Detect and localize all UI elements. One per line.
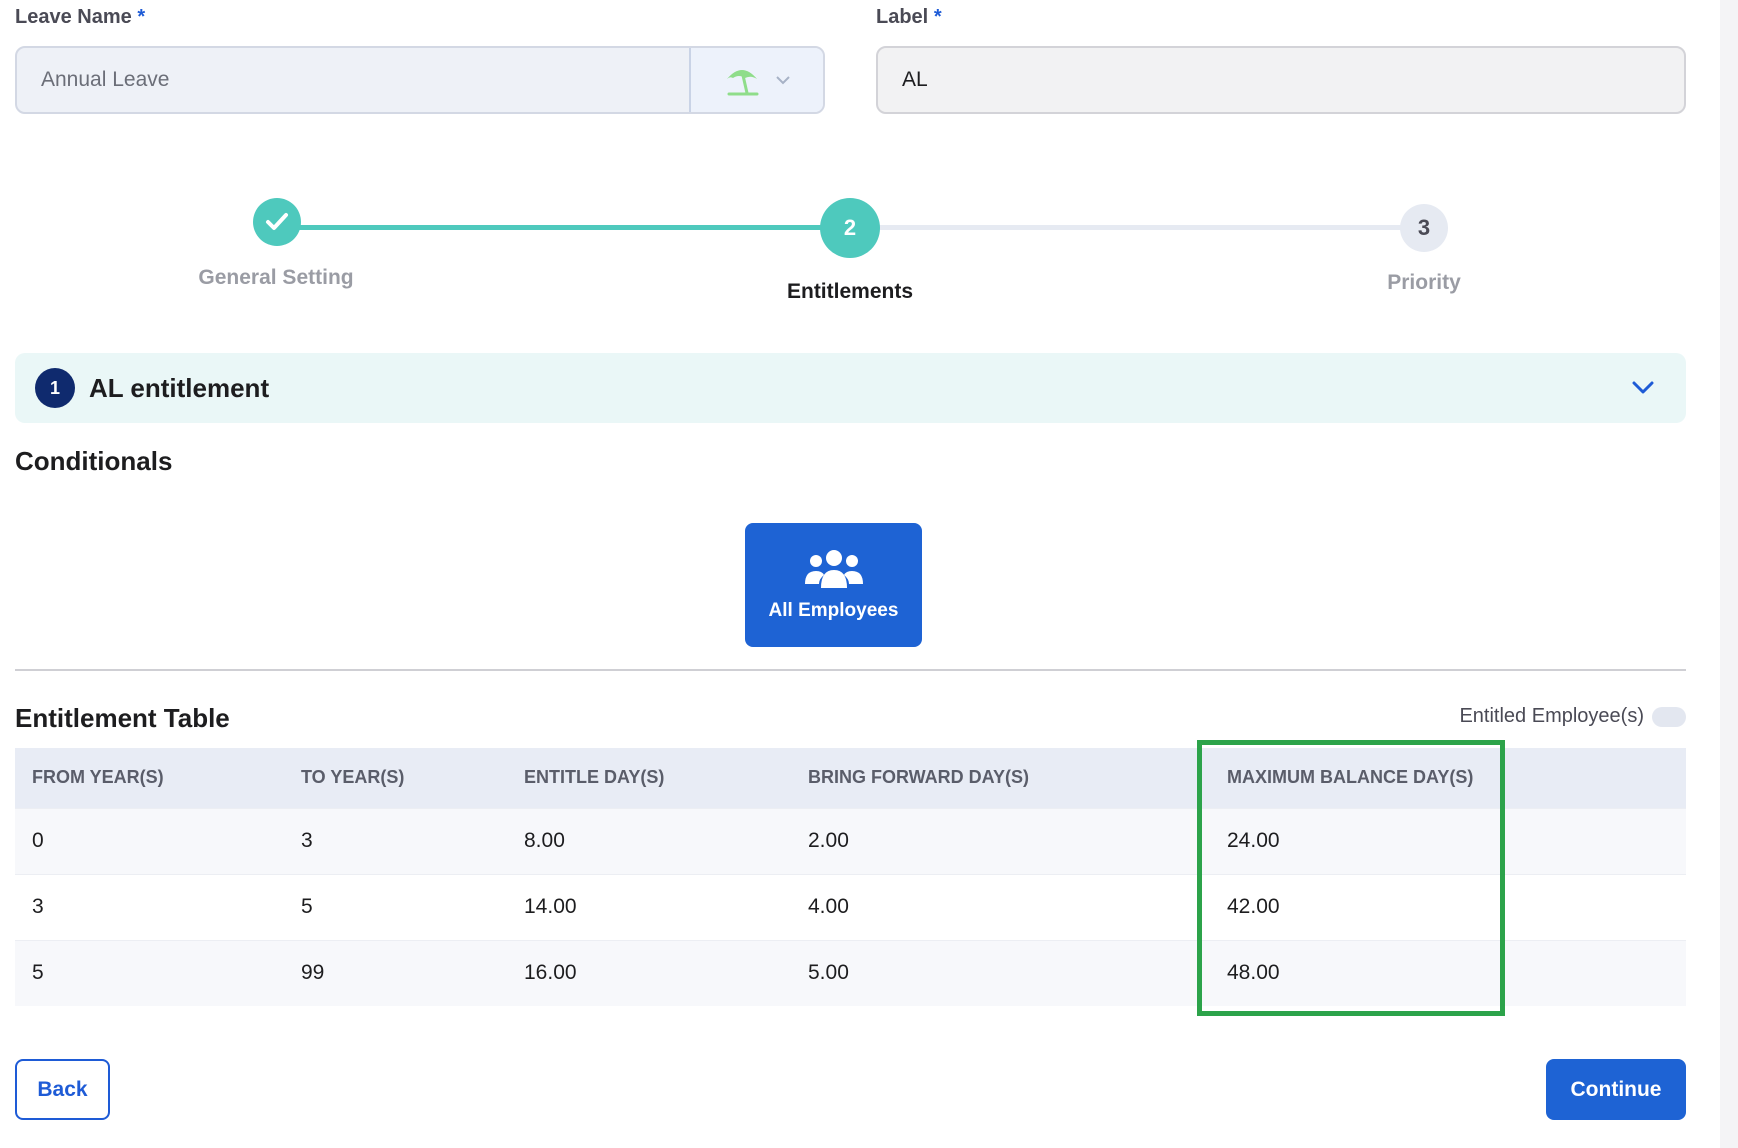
- check-icon: [266, 213, 288, 230]
- continue-button[interactable]: Continue: [1546, 1059, 1686, 1120]
- leave-icon-dropdown[interactable]: [689, 48, 823, 112]
- table-cell: 3: [15, 873, 284, 940]
- table-cell: 16.00: [507, 939, 791, 1006]
- users-icon: [804, 550, 863, 588]
- back-button[interactable]: Back: [15, 1059, 110, 1120]
- table-cell: 48.00: [1210, 939, 1686, 1006]
- table-row: 5 99 16.00 5.00 48.00: [15, 939, 1686, 1006]
- step-line-completed: [277, 225, 830, 230]
- entitlement-table-title: Entitlement Table: [15, 703, 230, 733]
- table-cell: 8.00: [507, 807, 791, 874]
- step-2-number: 2: [843, 215, 857, 240]
- header-from-years: FROM YEAR(S): [32, 767, 164, 788]
- table-cell: 14.00: [507, 873, 791, 940]
- header-entitle-days: ENTITLE DAY(S): [524, 767, 665, 788]
- entitlement-number-badge: 1: [35, 368, 75, 408]
- entitled-employees-toggle[interactable]: [1652, 706, 1686, 727]
- label-field-label: Label *: [876, 6, 942, 29]
- leave-name-label-text: Leave Name: [15, 6, 132, 28]
- chevron-down-icon[interactable]: [1630, 375, 1656, 399]
- table-cell: 5: [284, 873, 507, 940]
- all-employees-label: All Employees: [768, 600, 899, 621]
- table-row: 3 5 14.00 4.00 42.00: [15, 873, 1686, 940]
- table-cell: 0: [15, 807, 284, 874]
- beach-umbrella-icon: [727, 70, 759, 96]
- entitled-employees-label: Entitled Employee(s): [1459, 705, 1644, 727]
- page-scrollbar[interactable]: [1720, 0, 1738, 1148]
- entitlement-title: AL entitlement: [89, 372, 270, 403]
- step-3-label[interactable]: Priority: [1294, 271, 1554, 295]
- label-input[interactable]: AL: [876, 46, 1686, 114]
- table-row: 0 3 8.00 2.00 24.00: [15, 807, 1686, 874]
- table-cell: 5: [15, 939, 284, 1006]
- leave-name-label: Leave Name *: [15, 6, 145, 29]
- entitled-employees-toggle-wrap: Entitled Employee(s): [1459, 705, 1686, 728]
- header-maximum-balance-days: MAXIMUM BALANCE DAY(S): [1227, 767, 1474, 788]
- table-cell: 3: [284, 807, 507, 874]
- step-3-number: 3: [1417, 215, 1431, 240]
- header-to-years: TO YEAR(S): [301, 767, 405, 788]
- table-cell: 24.00: [1210, 807, 1686, 874]
- step-2-label[interactable]: Entitlements: [720, 280, 980, 304]
- step-line-pending: [850, 225, 1424, 230]
- required-mark: *: [137, 6, 146, 28]
- table-header-row: FROM YEAR(S) TO YEAR(S) ENTITLE DAY(S) B…: [15, 748, 1686, 808]
- table-cell: 99: [284, 939, 507, 1006]
- required-mark: *: [933, 6, 942, 28]
- table-cell: 42.00: [1210, 873, 1686, 940]
- table-cell: 2.00: [791, 807, 1210, 874]
- leave-name-field[interactable]: Annual Leave: [15, 46, 825, 114]
- label-field-label-text: Label: [876, 6, 929, 28]
- chevron-down-icon: [776, 76, 790, 85]
- step-3-circle[interactable]: 3: [1400, 204, 1448, 252]
- step-2-circle[interactable]: 2: [820, 198, 880, 258]
- entitlement-table: FROM YEAR(S) TO YEAR(S) ENTITLE DAY(S) B…: [15, 748, 1686, 1006]
- table-cell: 4.00: [791, 873, 1210, 940]
- header-bring-forward-days: BRING FORWARD DAY(S): [808, 767, 1030, 788]
- step-1-label[interactable]: General Setting: [146, 266, 406, 290]
- step-1-circle[interactable]: [253, 198, 301, 246]
- section-divider: [15, 669, 1686, 671]
- conditionals-title: Conditionals: [15, 446, 173, 476]
- entitlement-accordion[interactable]: 1 AL entitlement: [15, 353, 1686, 423]
- leave-name-value[interactable]: Annual Leave: [17, 48, 689, 112]
- table-cell: 5.00: [791, 939, 1210, 1006]
- all-employees-button[interactable]: All Employees: [745, 523, 922, 647]
